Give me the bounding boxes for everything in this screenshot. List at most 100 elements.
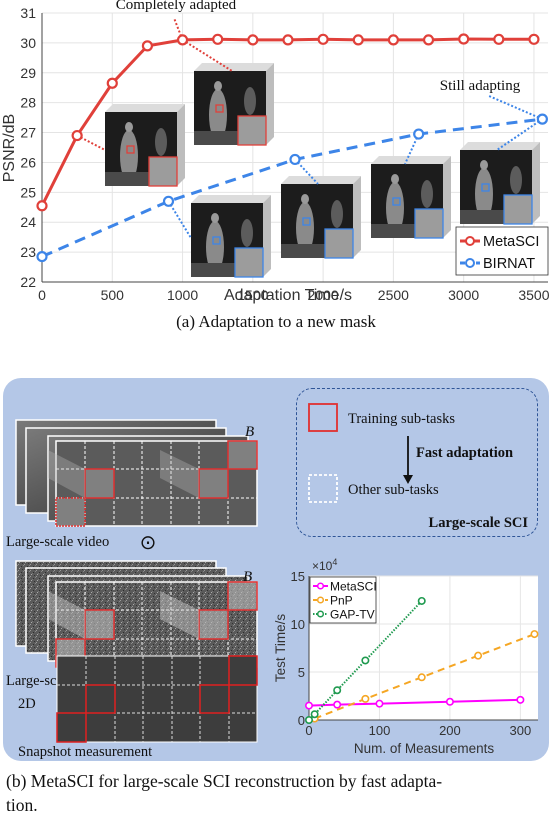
chart-adaptation: 0 500 1000 1500 2000 2500 3000 3500222324252627… (1, 0, 550, 304)
x-axis-label: Adaptation Time/s (224, 287, 352, 304)
data-point-metasci (375, 699, 384, 708)
data-point-gap-tv (310, 710, 319, 719)
data-point-gap-tv (304, 716, 313, 725)
data-point-pnp (474, 651, 483, 660)
data-point-metasci (282, 34, 294, 46)
y-tick-label: 31 (20, 5, 36, 21)
label-fast-adaptation: Fast adaptation (416, 445, 513, 461)
data-point-metasci (304, 701, 313, 710)
data-point-metasci (71, 129, 83, 142)
data-point-metasci (516, 695, 525, 704)
video-stack (15, 419, 258, 527)
legend: MetaSCI BIRNAT (455, 226, 549, 276)
data-point-pnp (417, 673, 426, 682)
data-point-metasci (445, 697, 454, 706)
legend-label: PnP (330, 594, 353, 608)
data-point-pnp (530, 630, 539, 639)
caption-b-line-1: (b) MetaSCI for large-scale SCI reconstr… (6, 771, 443, 791)
x-tick-label: 3500 (518, 287, 549, 303)
label-large-scale-video: Large-scale video (6, 534, 109, 550)
data-point-metasci (352, 34, 364, 46)
y-tick-label: 26 (20, 154, 36, 170)
label-other-subtasks: Other sub-tasks (348, 482, 439, 498)
data-point-birnat (289, 153, 301, 166)
data-point-pnp (361, 694, 370, 703)
leader-line (167, 200, 192, 239)
x-tick-label: 300 (510, 723, 532, 738)
data-point-gap-tv (333, 686, 342, 695)
birnat-thumbnail-3560 (460, 142, 540, 225)
legend-label: MetaSCI (483, 234, 539, 250)
caption-b-line-2: tion. (6, 795, 38, 815)
hadamard-product-icon: ⊙ (140, 532, 157, 554)
y-tick-label: 27 (20, 125, 36, 141)
batch-symbol-mask: B (243, 569, 252, 585)
y-tick-label: 10 (291, 617, 305, 632)
data-point-metasci (317, 33, 329, 45)
data-point-metasci (528, 33, 540, 45)
data-point-birnat (413, 128, 425, 140)
legend-label: BIRNAT (483, 256, 535, 272)
y-axis-label: Test Time/s (273, 614, 288, 683)
y-axis-label: PSNR/dB (1, 114, 18, 182)
legend-label: MetaSCI (330, 580, 377, 594)
data-point-metasci (387, 34, 399, 46)
label-large-scale-sci: Large-scale SCI (429, 515, 529, 531)
data-point-metasci (106, 77, 118, 89)
batch-symbol-video: B (245, 424, 254, 440)
label-training-subtasks: Training sub-tasks (348, 411, 455, 427)
x-tick-label: 200 (439, 723, 461, 738)
data-point-metasci (333, 700, 342, 709)
x-tick-label: 100 (369, 723, 391, 738)
training-subtask-swatch (308, 403, 338, 432)
data-point-birnat (162, 195, 175, 207)
data-point-birnat (36, 250, 48, 263)
label-snapshot-measurement: Snapshot measurement (18, 744, 152, 760)
annotation-still-adapting: Still adapting (440, 78, 521, 94)
data-point-gap-tv (417, 596, 426, 605)
data-point-birnat (536, 113, 548, 125)
legend: MetaSCIPnPGAP-TV (309, 576, 377, 624)
y-tick-label: 15 (291, 569, 305, 584)
x-axis-label: Num. of Measurements (354, 741, 495, 756)
data-point-metasci (493, 33, 505, 45)
birnat-thumbnail-2680 (371, 156, 451, 239)
data-point-metasci (141, 40, 154, 52)
caption-b: (b) MetaSCI for large-scale SCI reconstr… (6, 769, 550, 817)
caption-a: (a) Adaptation to a new mask (176, 312, 376, 331)
x-tick-label: 500 (101, 287, 125, 303)
data-point-metasci (212, 33, 224, 45)
y-tick-label: 25 (20, 184, 36, 200)
label-2d: 2D (18, 696, 36, 712)
data-point-metasci (176, 34, 189, 46)
data-point-metasci (422, 34, 435, 46)
y-tick-label: 30 (20, 35, 36, 51)
annotation-completely-adapted: Completely adapted (116, 0, 237, 13)
y-multiplier: ×104 (312, 557, 337, 573)
data-point-metasci (36, 200, 48, 212)
other-subtask-swatch (308, 474, 338, 503)
mask-stack (15, 560, 258, 668)
sci-diagram: B Large-scale video ⊙ B Large-scale mask… (6, 419, 258, 760)
birnat-thumbnail-1800 (281, 176, 361, 259)
x-tick-label: 1000 (167, 287, 198, 303)
legend-box-content: Training sub-tasks Fast adaptation Other… (308, 403, 529, 531)
y-tick-label: 28 (20, 95, 36, 111)
data-point-metasci (458, 33, 470, 45)
y-tick-label: 29 (20, 65, 36, 81)
legend-label: GAP-TV (330, 608, 375, 622)
y-tick-label: 0 (298, 713, 305, 728)
data-point-gap-tv (361, 656, 370, 665)
x-tick-label: 3000 (448, 287, 479, 303)
x-tick-label: 0 (305, 723, 312, 738)
x-tick-label: 0 (38, 287, 46, 303)
snapshot-measurement-image (56, 655, 258, 743)
y-tick-label: 24 (20, 214, 36, 230)
metasci-thumbnail-250 (105, 104, 185, 187)
chart-test-time: 0 100 200 300 0 5 10 15 ×104 Num. of Measuremen… (273, 557, 539, 756)
y-tick-label: 22 (20, 274, 36, 290)
x-tick-label: 2500 (378, 287, 409, 303)
data-point-metasci (247, 34, 259, 46)
y-tick-label: 5 (298, 665, 305, 680)
y-tick-label: 23 (20, 244, 36, 260)
